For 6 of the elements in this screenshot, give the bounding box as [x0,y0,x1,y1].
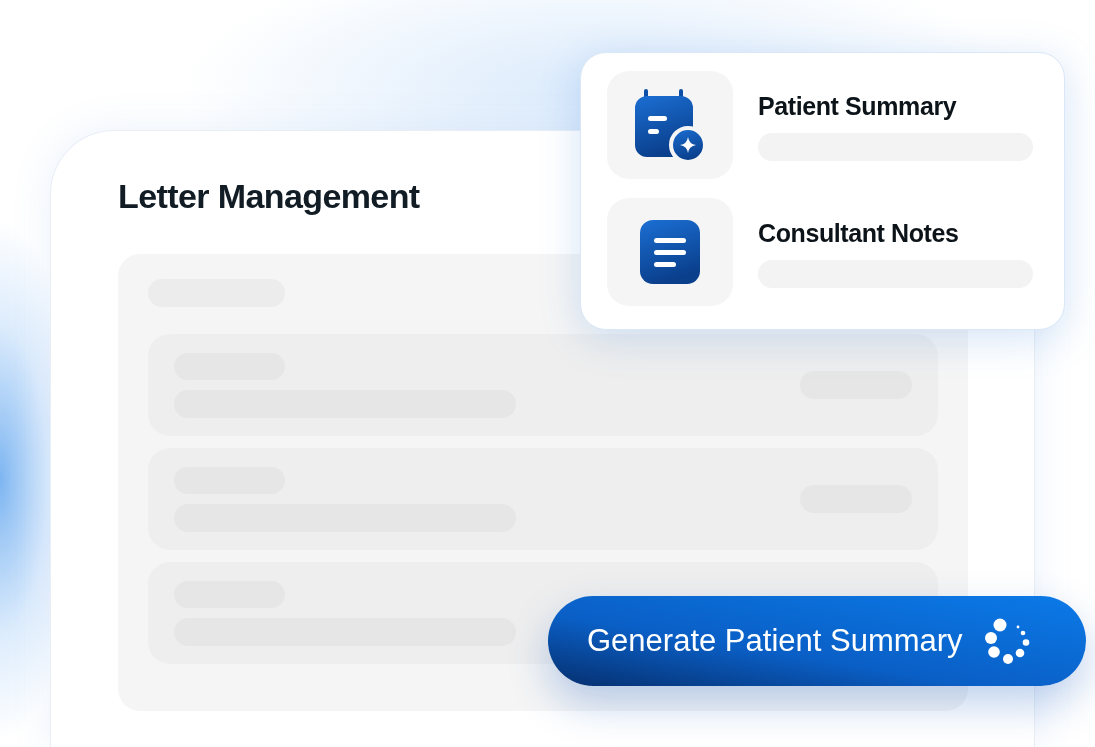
calendar-sparkle-icon [635,89,705,161]
item-title: Patient Summary [758,90,957,122]
generate-summary-button[interactable]: Generate Patient Summary [548,596,1086,686]
card-title: Letter Management [118,176,420,217]
document-lines-icon [640,220,700,284]
item-title: Consultant Notes [758,217,959,249]
